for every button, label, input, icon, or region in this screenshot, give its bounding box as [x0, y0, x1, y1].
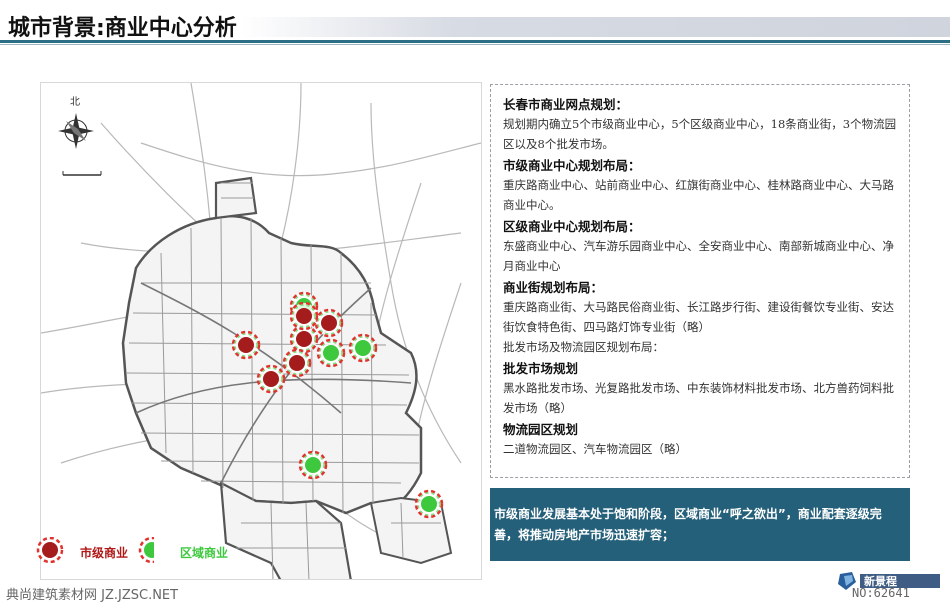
- city-map: 北: [40, 82, 482, 580]
- section-heading: 市级商业中心规划布局：: [503, 158, 641, 173]
- summary-box: 市级商业发展基本处于饱和阶段，区域商业“呼之欲出”，商业配套逐级完善，将推动房地…: [490, 488, 910, 561]
- header: 城市背景:商业中心分析: [0, 0, 950, 50]
- section-text: 批发市场及物流园区规划布局：: [503, 340, 664, 354]
- section-heading: 物流园区规划: [503, 422, 579, 437]
- city-center-marker: [314, 308, 344, 338]
- footer-number: NO:62641: [852, 586, 910, 600]
- legend-city-label: 市级商业: [80, 546, 129, 560]
- section-text: 重庆路商业街、大马路民俗商业街、长江路步行街、建设街餐饮专业街、安达街饮食特色街…: [503, 300, 894, 334]
- district-center-marker: [298, 450, 328, 480]
- city-center-marker: [289, 324, 319, 354]
- section-heading: 批发市场规划: [503, 361, 579, 376]
- section-heading: 长春市商业网点规划：: [503, 97, 629, 112]
- section-text: 重庆路商业中心、站前商业中心、红旗街商业中心、桂林路商业中心、大马路商业中心。: [503, 178, 894, 212]
- district-center-marker: [316, 338, 346, 368]
- district-center-marker: [348, 333, 378, 363]
- city-center-marker: [282, 348, 312, 378]
- header-bar: [240, 17, 950, 37]
- city-center-marker: [231, 330, 261, 360]
- compass-label: 北: [70, 96, 80, 108]
- section-heading: 区级商业中心规划布局：: [503, 219, 641, 234]
- scale-bar: [62, 171, 102, 176]
- legend-city-marker: [36, 537, 64, 563]
- section-heading: 商业街规划布局：: [503, 280, 604, 295]
- summary-text: 市级商业发展基本处于饱和阶段，区域商业“呼之欲出”，商业配套逐级完善，将推动房地…: [494, 507, 882, 542]
- city-center-marker: [256, 364, 286, 394]
- info-panel: 长春市商业网点规划： 规划期内确立5个市级商业中心，5个区级商业中心，18条商业…: [490, 84, 910, 478]
- map-svg: 北: [41, 83, 481, 579]
- page-title: 城市背景:商业中心分析: [8, 16, 237, 41]
- city-boundary: [121, 214, 423, 515]
- legend-district-label: 区域商业: [180, 546, 229, 560]
- legend-district-marker: [138, 537, 154, 563]
- section-text: 黑水路批发市场、光复路批发市场、中东装饰材料批发市场、北方兽药饲料批发市场（略）: [503, 381, 894, 415]
- footer-watermark: 典尚建筑素材网 JZ.JZSC.NET: [6, 588, 179, 603]
- district-center-marker: [414, 489, 444, 519]
- section-text: 规划期内确立5个市级商业中心，5个区级商业中心，18条商业街，3个物流园区以及8…: [503, 117, 897, 151]
- section-text: 二道物流园区、汽车物流园区（略）: [503, 442, 687, 456]
- compass-icon: [58, 113, 94, 149]
- section-text: 东盛商业中心、汽车游乐园商业中心、全安商业中心、南部新城商业中心、净月商业中心: [503, 239, 894, 273]
- city-center-marker: [289, 301, 319, 331]
- header-divider: [0, 44, 950, 45]
